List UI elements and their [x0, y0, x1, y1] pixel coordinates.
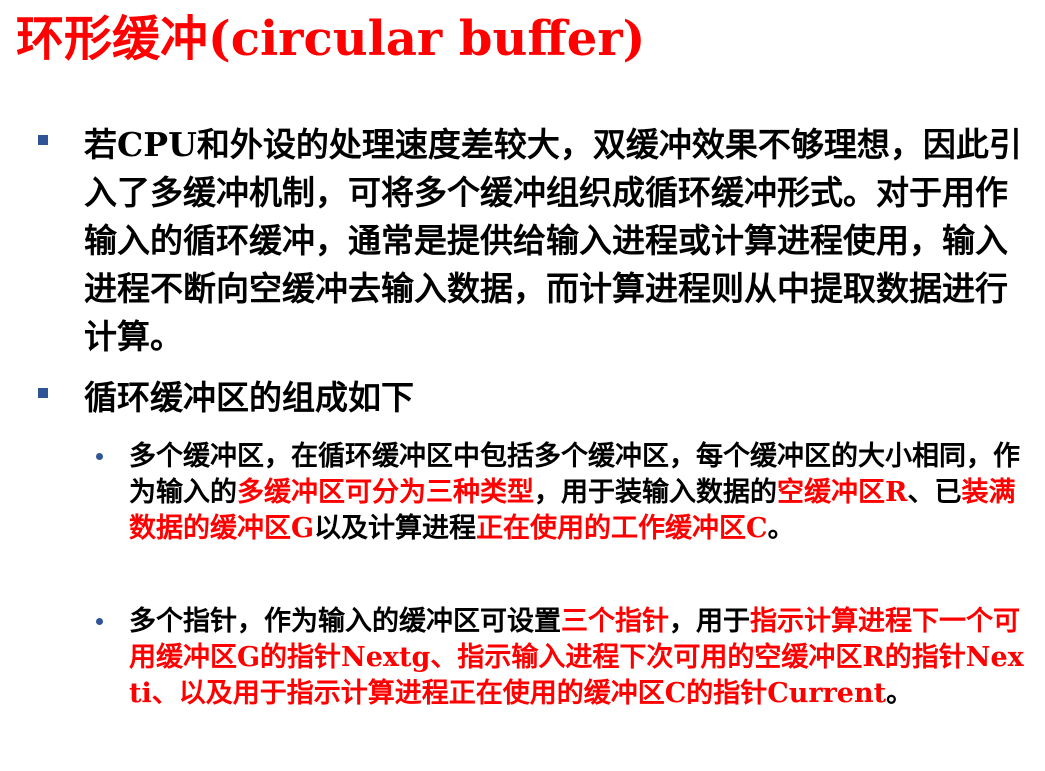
bullet-1-text: 若CPU和外设的处理速度差较大，双缓冲效果不够理想，因此引入了多缓冲机制，可将多…	[84, 121, 1022, 361]
slide-title: 环形缓冲(circular buffer)	[16, 11, 646, 67]
highlight-text: 空缓冲区R	[777, 477, 908, 508]
slide: 环形缓冲(circular buffer) 若CPU和外设的处理速度差较大，双缓…	[0, 0, 1045, 771]
bullet-2-text: 循环缓冲区的组成如下	[84, 374, 1022, 422]
square-bullet-icon	[38, 388, 48, 398]
body-text: ，用于	[669, 606, 750, 637]
body-text: 循环缓冲区的组成如下	[84, 378, 414, 417]
highlight-text: 多缓冲区可分为三种类型	[237, 477, 534, 508]
body-text: 多个指针，作为输入的缓冲区可设置	[129, 606, 561, 637]
sub-bullet-2-text: 多个指针，作为输入的缓冲区可设置三个指针，用于指示计算进程下一个可用缓冲区G的指…	[129, 604, 1026, 712]
body-text: 。	[886, 678, 914, 709]
dot-bullet-icon	[96, 618, 103, 625]
sub-bullet-2: 多个指针，作为输入的缓冲区可设置三个指针，用于指示计算进程下一个可用缓冲区G的指…	[96, 604, 1026, 712]
body-text: 、已	[907, 477, 962, 508]
highlight-text: 正在使用的工作缓冲区C	[476, 513, 768, 544]
bullet-2: 循环缓冲区的组成如下	[32, 374, 1022, 422]
highlight-text: 三个指针	[561, 606, 669, 637]
body-text: 若CPU和外设的处理速度差较大，双缓冲效果不够理想，因此引入了多缓冲机制，可将多…	[84, 125, 1022, 356]
square-bullet-icon	[38, 135, 48, 145]
body-text: 以及计算进程	[314, 513, 477, 544]
bullet-1: 若CPU和外设的处理速度差较大，双缓冲效果不够理想，因此引入了多缓冲机制，可将多…	[32, 121, 1022, 361]
dot-bullet-icon	[96, 453, 103, 460]
sub-bullet-1-text: 多个缓冲区，在循环缓冲区中包括多个缓冲区，每个缓冲区的大小相同，作为输入的多缓冲…	[129, 439, 1026, 547]
body-text: 。	[767, 513, 795, 544]
sub-bullet-1: 多个缓冲区，在循环缓冲区中包括多个缓冲区，每个缓冲区的大小相同，作为输入的多缓冲…	[96, 439, 1026, 547]
body-text: ，用于装输入数据的	[534, 477, 777, 508]
